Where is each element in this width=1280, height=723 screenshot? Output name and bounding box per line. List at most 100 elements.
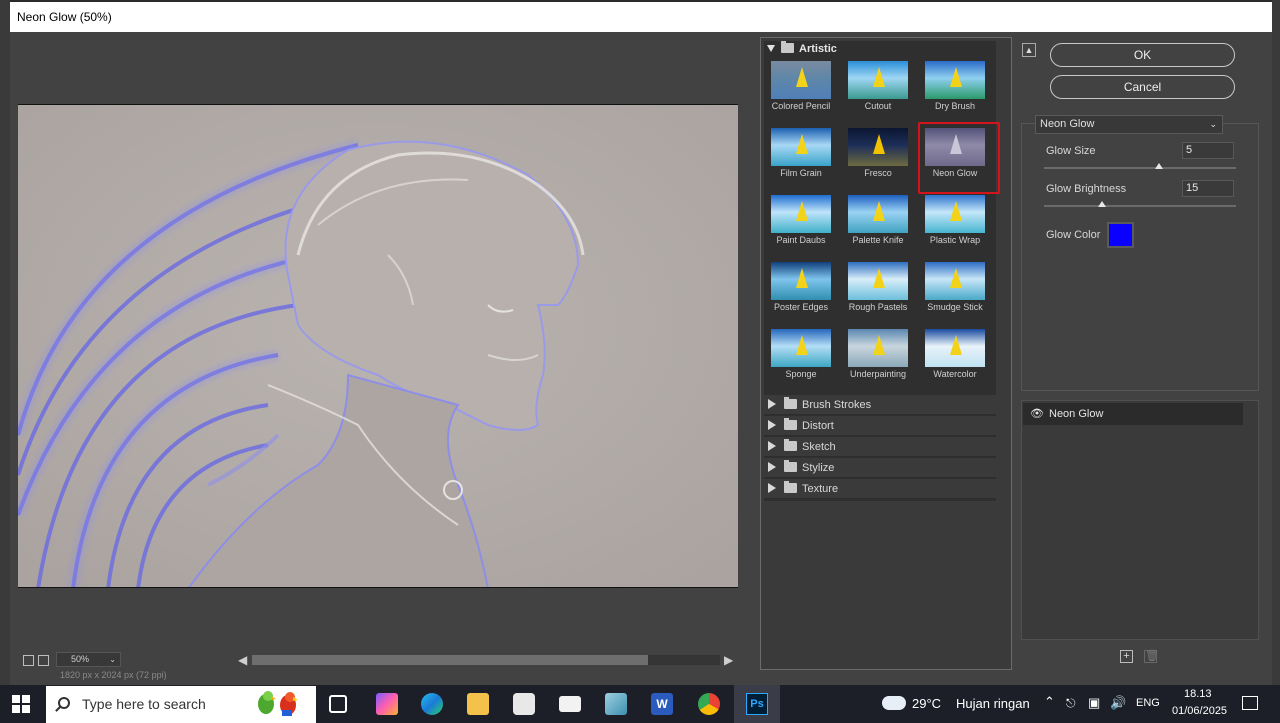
eye-icon[interactable]: 👁 [1030, 403, 1044, 425]
filter-thumbnail[interactable]: Sponge [768, 326, 834, 390]
filter-thumbnail[interactable]: Poster Edges [768, 259, 834, 323]
filter-thumbnail[interactable]: Watercolor [922, 326, 988, 390]
expanded-triangle-icon [767, 45, 775, 52]
filter-thumbnail-image [771, 262, 831, 300]
filter-thumbnail[interactable]: Plastic Wrap [922, 192, 988, 256]
sailboat-icon [796, 201, 808, 221]
filter-thumbnail-label: Watercolor [933, 369, 977, 379]
volume-icon[interactable]: 🔊 [1110, 695, 1126, 711]
collapse-gallery-icon[interactable]: ▲ [1022, 43, 1036, 57]
filter-thumbnail-image [771, 61, 831, 99]
sailboat-icon [796, 335, 808, 355]
copilot-icon[interactable] [376, 693, 398, 715]
dialog-title: Neon Glow (50%) [10, 2, 1272, 32]
filter-thumbnail[interactable]: Rough Pastels [845, 259, 911, 323]
folder-icon [784, 418, 797, 430]
filter-thumbnail[interactable]: Colored Pencil [768, 58, 834, 122]
filter-thumbnail[interactable]: Underpainting [845, 326, 911, 390]
zoom-out-button[interactable] [23, 655, 34, 666]
zoom-in-button[interactable] [38, 655, 49, 666]
group-header-artistic[interactable]: Artistic [767, 41, 837, 55]
filter-thumbnail[interactable]: Smudge Stick [922, 259, 988, 323]
effect-layer-row[interactable]: 👁 Neon Glow [1023, 403, 1243, 425]
microsoft-store-icon[interactable] [513, 693, 535, 715]
preview-image[interactable] [18, 104, 738, 588]
scroll-left-icon[interactable]: ◀ [238, 652, 247, 668]
scroll-right-icon[interactable]: ▶ [724, 652, 733, 668]
taskbar-search-input[interactable]: Type here to search [46, 686, 316, 723]
filter-settings-panel [1021, 123, 1259, 391]
glow-size-label: Glow Size [1046, 145, 1096, 157]
windows-taskbar: Type here to search W Ps 29°C Hujan ring… [0, 685, 1280, 723]
notifications-icon[interactable] [1242, 696, 1258, 710]
chevron-down-icon: ⌄ [109, 655, 116, 664]
clock-time[interactable]: 18.13 [1184, 688, 1212, 700]
word-icon[interactable]: W [651, 693, 673, 715]
glow-size-slider[interactable] [1044, 167, 1236, 169]
parrots-icon [258, 691, 298, 716]
folder-icon [784, 481, 797, 493]
glow-brightness-input[interactable]: 15 [1182, 180, 1234, 197]
ok-button[interactable]: OK [1050, 43, 1235, 67]
scroll-thumb[interactable] [252, 655, 648, 665]
show-hidden-icons-icon[interactable]: ⌃ [1044, 694, 1055, 710]
neon-glow-preview-art [18, 105, 738, 587]
edge-icon[interactable] [421, 693, 443, 715]
windows-start-icon[interactable] [12, 695, 30, 713]
notes-icon[interactable] [605, 693, 627, 715]
filter-thumbnail-label: Cutout [864, 101, 892, 111]
clock-date[interactable]: 01/06/2025 [1172, 705, 1227, 717]
device-icon[interactable]: ⎋ [1066, 696, 1076, 711]
category-texture[interactable]: Texture [764, 479, 996, 499]
filter-thumbnail[interactable]: Film Grain [768, 125, 834, 189]
sailboat-icon [950, 268, 962, 288]
category-distort[interactable]: Distort [764, 416, 996, 436]
horizontal-scrollbar[interactable]: ◀ ▶ [238, 652, 738, 668]
filter-thumbnail-image [925, 195, 985, 233]
filter-select-value: Neon Glow [1040, 118, 1095, 130]
photoshop-taskbar-button[interactable]: Ps [734, 685, 780, 723]
filter-select[interactable]: Neon Glow ⌄ [1035, 115, 1223, 134]
category-brush-strokes[interactable]: Brush Strokes [764, 395, 996, 415]
selected-filter-highlight [918, 122, 1000, 194]
filter-thumbnail-label: Film Grain [780, 168, 822, 178]
task-view-icon[interactable] [329, 695, 347, 713]
collapsed-triangle-icon [768, 420, 776, 430]
filter-thumbnail[interactable]: Neon Glow [918, 122, 1000, 194]
delete-effect-layer-icon[interactable]: 🗑 [1144, 650, 1159, 663]
sailboat-icon [796, 67, 808, 87]
weather-temperature[interactable]: 29°C [912, 696, 941, 711]
filter-thumbnail[interactable]: Palette Knife [845, 192, 911, 256]
category-stylize[interactable]: Stylize [764, 458, 996, 478]
zoom-select[interactable]: 50% ⌄ [56, 652, 121, 667]
network-icon[interactable]: ▣ [1088, 695, 1100, 711]
new-effect-layer-icon[interactable]: + [1120, 650, 1133, 663]
weather-description[interactable]: Hujan ringan [956, 696, 1030, 711]
file-explorer-icon[interactable] [467, 693, 489, 715]
sailboat-icon [950, 335, 962, 355]
glow-brightness-slider-thumb[interactable] [1097, 201, 1106, 207]
sailboat-icon [873, 67, 885, 87]
search-icon [58, 697, 70, 709]
effect-layers-panel [1021, 400, 1259, 640]
sailboat-icon [796, 134, 808, 154]
filter-thumbnail[interactable]: Paint Daubs [768, 192, 834, 256]
filter-thumbnail[interactable]: Fresco [845, 125, 911, 189]
glow-color-swatch[interactable] [1107, 222, 1134, 248]
language-indicator[interactable]: ENG [1136, 697, 1160, 709]
collapsed-triangle-icon [768, 462, 776, 472]
folder-icon [784, 439, 797, 451]
filter-thumbnail[interactable]: Cutout [845, 58, 911, 122]
filter-thumbnail-label: Smudge Stick [927, 302, 983, 312]
mail-icon[interactable] [559, 696, 581, 712]
chrome-icon[interactable] [698, 693, 720, 715]
filter-thumbnail-image [771, 329, 831, 367]
collapsed-triangle-icon [768, 483, 776, 493]
folder-icon [784, 460, 797, 472]
filter-thumbnail[interactable]: Dry Brush [922, 58, 988, 122]
category-sketch[interactable]: Sketch [764, 437, 996, 457]
glow-brightness-slider[interactable] [1044, 205, 1236, 207]
glow-size-input[interactable]: 5 [1182, 142, 1234, 159]
cancel-button[interactable]: Cancel [1050, 75, 1235, 99]
glow-size-slider-thumb[interactable] [1155, 163, 1164, 169]
